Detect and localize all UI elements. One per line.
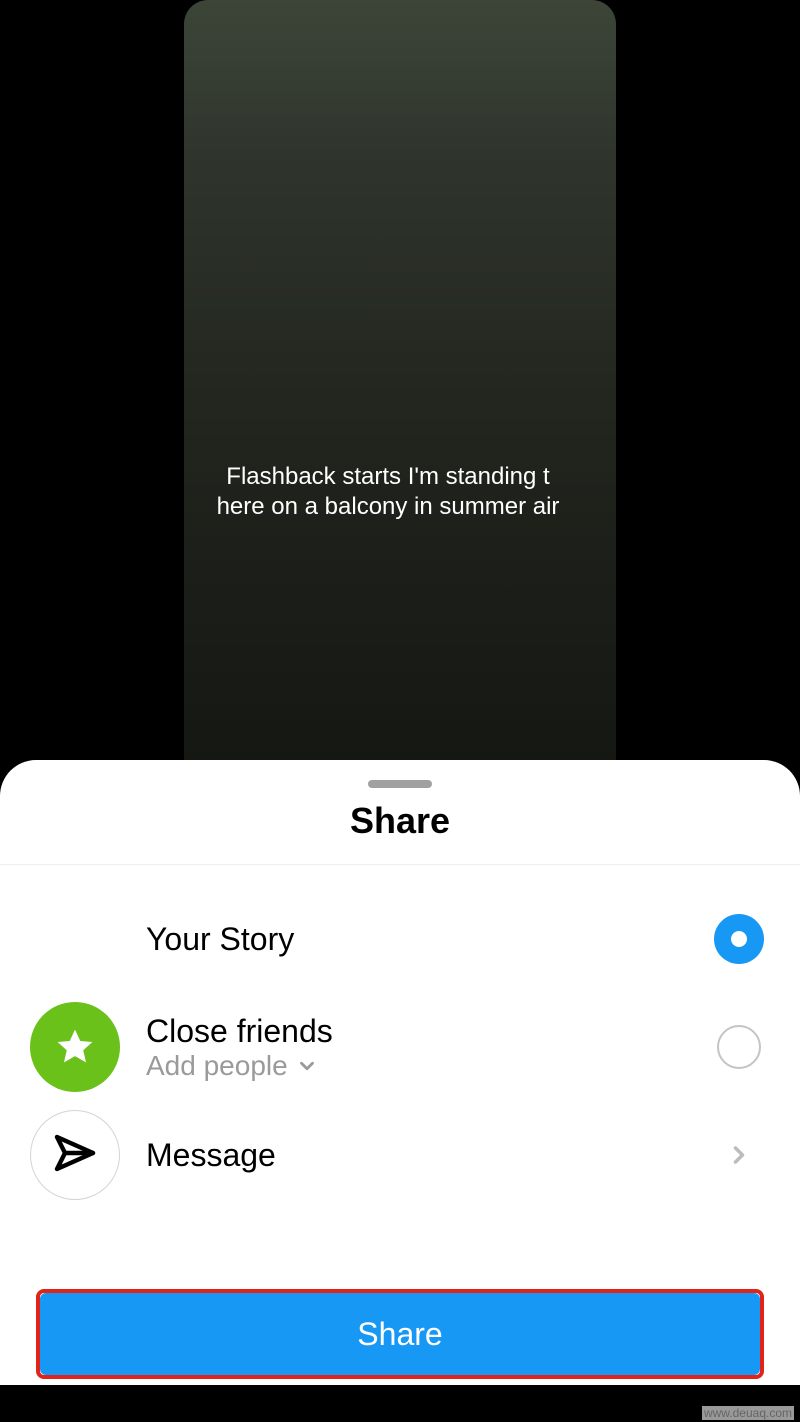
share-button-highlight: Share bbox=[36, 1289, 764, 1379]
story-preview: Flashback starts I'm standing t here on … bbox=[184, 0, 616, 760]
close-friends-label: Close friends bbox=[146, 1013, 682, 1050]
share-button[interactable]: Share bbox=[40, 1293, 760, 1375]
add-people-text: Add people bbox=[146, 1050, 288, 1082]
lyric-text: Flashback starts I'm standing t here on … bbox=[217, 463, 560, 520]
chevron-right-icon bbox=[708, 1141, 770, 1169]
option-close-friends[interactable]: Close friends Add people bbox=[30, 993, 770, 1101]
lyric-overlay: Flashback starts I'm standing t here on … bbox=[208, 458, 568, 526]
radio-unselected-icon[interactable] bbox=[717, 1025, 761, 1069]
star-icon bbox=[30, 1002, 120, 1092]
your-story-label: Your Story bbox=[146, 921, 682, 958]
option-your-story[interactable]: Your Story bbox=[30, 885, 770, 993]
add-people-link[interactable]: Add people bbox=[146, 1050, 682, 1082]
sheet-title: Share bbox=[0, 800, 800, 865]
option-message[interactable]: Message bbox=[30, 1101, 770, 1209]
watermark: www.deuaq.com bbox=[702, 1406, 794, 1420]
message-label: Message bbox=[146, 1137, 682, 1174]
share-sheet: Share Your Story Close friends bbox=[0, 760, 800, 1385]
sheet-grabber[interactable] bbox=[368, 780, 432, 788]
paper-plane-icon bbox=[30, 1110, 120, 1200]
chevron-down-icon bbox=[296, 1055, 318, 1077]
share-options: Your Story Close friends Add people bbox=[0, 865, 800, 1209]
radio-selected-icon[interactable] bbox=[714, 914, 764, 964]
